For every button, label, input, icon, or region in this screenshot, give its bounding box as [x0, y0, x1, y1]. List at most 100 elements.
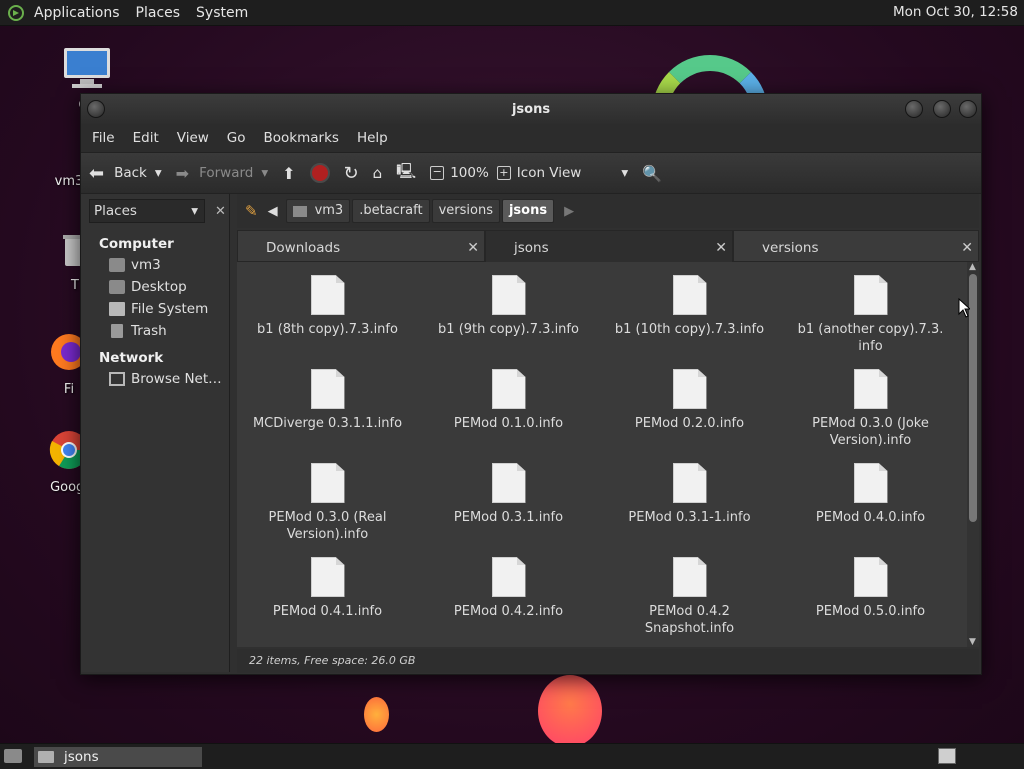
system-menu[interactable]: System [188, 5, 256, 21]
forward-arrow-icon: ➡ [175, 163, 190, 183]
up-button[interactable]: ⬆ [282, 164, 295, 183]
file-item[interactable]: b1 (9th copy).7.3.info [418, 275, 599, 369]
show-desktop-icon[interactable] [4, 749, 22, 763]
tab-downloads[interactable]: Downloads ✕ [237, 230, 485, 262]
close-sidebar-icon[interactable]: ✕ [215, 204, 226, 219]
menu-view[interactable]: View [170, 130, 216, 146]
forward-button[interactable]: ➡ Forward [176, 164, 254, 183]
close-tab-icon[interactable]: ✕ [961, 231, 973, 265]
minimize-button[interactable] [905, 100, 923, 118]
text-file-icon [310, 275, 345, 315]
back-button[interactable]: ⬅ Back [89, 163, 147, 184]
file-item[interactable]: PEMod 0.4.1.info [237, 557, 418, 651]
search-button[interactable]: 🔍 [642, 164, 662, 183]
close-tab-icon[interactable]: ✕ [715, 231, 727, 265]
menu-file[interactable]: File [85, 130, 122, 146]
file-item[interactable]: PEMod 0.2.0.info [599, 369, 780, 463]
stop-button[interactable] [309, 163, 330, 183]
view-mode-select[interactable]: Icon View ▾ [517, 165, 628, 181]
breadcrumb-scroll-left[interactable]: ◀ [268, 204, 278, 219]
scroll-down-arrow[interactable]: ▼ [969, 637, 976, 647]
sidebar-item-browse-network[interactable]: Browse Net… [81, 368, 229, 390]
window-menu-button[interactable] [87, 100, 105, 118]
tab-jsons[interactable]: jsons ✕ [485, 230, 733, 262]
file-item[interactable]: b1 (8th copy).7.3.info [237, 275, 418, 369]
menu-go[interactable]: Go [220, 130, 253, 146]
file-item[interactable]: b1 (10th copy).7.3.info [599, 275, 780, 369]
file-name: PEMod 0.3.1.info [453, 510, 564, 525]
zoom-out-button[interactable]: − [430, 166, 445, 180]
location-bar: ✎ ◀ vm3 .betacraft versions jsons ▶ [237, 194, 979, 228]
tab-bar: Downloads ✕ jsons ✕ versions ✕ [237, 230, 979, 262]
tab-label: Downloads [266, 240, 341, 256]
top-panel: Applications Places System Mon Oct 30, 1… [0, 0, 1024, 26]
toggle-location-entry-button[interactable]: ✎ [245, 202, 258, 220]
menu-bookmarks[interactable]: Bookmarks [257, 130, 346, 146]
sidebar-item-desktop[interactable]: Desktop [81, 276, 229, 298]
places-menu[interactable]: Places [128, 5, 189, 21]
scroll-up-arrow[interactable]: ▲ [969, 262, 976, 272]
taskbar-item-jsons[interactable]: jsons [34, 747, 202, 767]
file-item[interactable]: PEMod 0.3.0 (Real Version).info [237, 463, 418, 557]
file-item[interactable]: PEMod 0.1.0.info [418, 369, 599, 463]
zoom-in-button[interactable]: + [496, 166, 511, 180]
home-button[interactable]: ⌂ [373, 164, 383, 182]
window-title: jsons [511, 101, 551, 117]
text-file-icon [491, 369, 526, 409]
breadcrumb-betacraft[interactable]: .betacraft [352, 199, 430, 223]
sidebar-section-computer: Computer [99, 236, 174, 252]
reload-button[interactable]: ↻ [344, 163, 359, 184]
text-file-icon [672, 463, 707, 503]
distro-logo-icon[interactable] [6, 3, 26, 23]
up-arrow-icon: ⬆ [282, 163, 296, 183]
file-item[interactable]: PEMod 0.3.0 (Joke Version).info [780, 369, 961, 463]
zoom-level: 100% [450, 165, 489, 181]
file-name: PEMod 0.2.0.info [634, 416, 745, 431]
file-item[interactable]: PEMod 0.4.2 Snapshot.info [599, 557, 780, 651]
window-titlebar[interactable]: jsons [81, 94, 981, 124]
file-item[interactable]: PEMod 0.4.2.info [418, 557, 599, 651]
workspace-switcher-icon[interactable] [938, 748, 956, 764]
file-manager-window: jsons File Edit View Go Bookmarks Help ⬅… [80, 93, 982, 675]
file-item[interactable]: b1 (another copy).7.3. info [780, 275, 961, 369]
file-item[interactable]: MCDiverge 0.3.1.1.info [237, 369, 418, 463]
breadcrumb-scroll-right[interactable]: ▶ [564, 204, 574, 219]
file-item[interactable]: PEMod 0.3.1.info [418, 463, 599, 557]
forward-label: Forward [199, 165, 254, 181]
back-history-dropdown[interactable]: ▾ [155, 165, 162, 181]
close-button[interactable] [959, 100, 977, 118]
text-file-icon [310, 557, 345, 597]
breadcrumb-jsons[interactable]: jsons [501, 199, 555, 223]
computer-button[interactable]: 🖳 [396, 161, 416, 186]
close-tab-icon[interactable]: ✕ [467, 231, 479, 265]
reload-icon: ↻ [343, 162, 359, 184]
text-file-icon [310, 463, 345, 503]
forward-history-dropdown[interactable]: ▾ [261, 165, 268, 181]
breadcrumb-versions[interactable]: versions [431, 199, 500, 223]
sidebar-item-trash[interactable]: Trash [81, 320, 229, 342]
file-name: PEMod 0.4.1.info [272, 604, 383, 619]
sidebar-item-vm3[interactable]: vm3 [81, 254, 229, 276]
file-item[interactable]: PEMod 0.4.0.info [780, 463, 961, 557]
scrollbar-thumb[interactable] [969, 274, 977, 522]
vertical-scrollbar[interactable]: ▲ ▼ [967, 262, 979, 647]
computer-icon [52, 46, 122, 94]
menu-edit[interactable]: Edit [126, 130, 166, 146]
menu-help[interactable]: Help [350, 130, 395, 146]
breadcrumb-vm3[interactable]: vm3 [285, 199, 351, 223]
applications-menu[interactable]: Applications [26, 5, 128, 21]
file-name: PEMod 0.4.2 Snapshot.info [644, 604, 735, 636]
sidebar-selector[interactable]: Places ▾ [89, 199, 205, 223]
maximize-button[interactable] [933, 100, 951, 118]
tab-versions[interactable]: versions ✕ [733, 230, 979, 262]
clock[interactable]: Mon Oct 30, 12:58 [893, 4, 1018, 20]
tab-label: jsons [514, 240, 549, 256]
file-item[interactable]: PEMod 0.3.1-1.info [599, 463, 780, 557]
sidebar-item-file-system[interactable]: File System [81, 298, 229, 320]
file-name: PEMod 0.3.0 (Joke Version).info [812, 416, 929, 448]
file-name: PEMod 0.5.0.info [815, 604, 926, 619]
file-name: b1 (8th copy).7.3.info [257, 322, 398, 337]
file-name: b1 (10th copy).7.3.info [614, 322, 765, 337]
taskbar-item-label: jsons [64, 749, 99, 765]
file-item[interactable]: PEMod 0.5.0.info [780, 557, 961, 651]
